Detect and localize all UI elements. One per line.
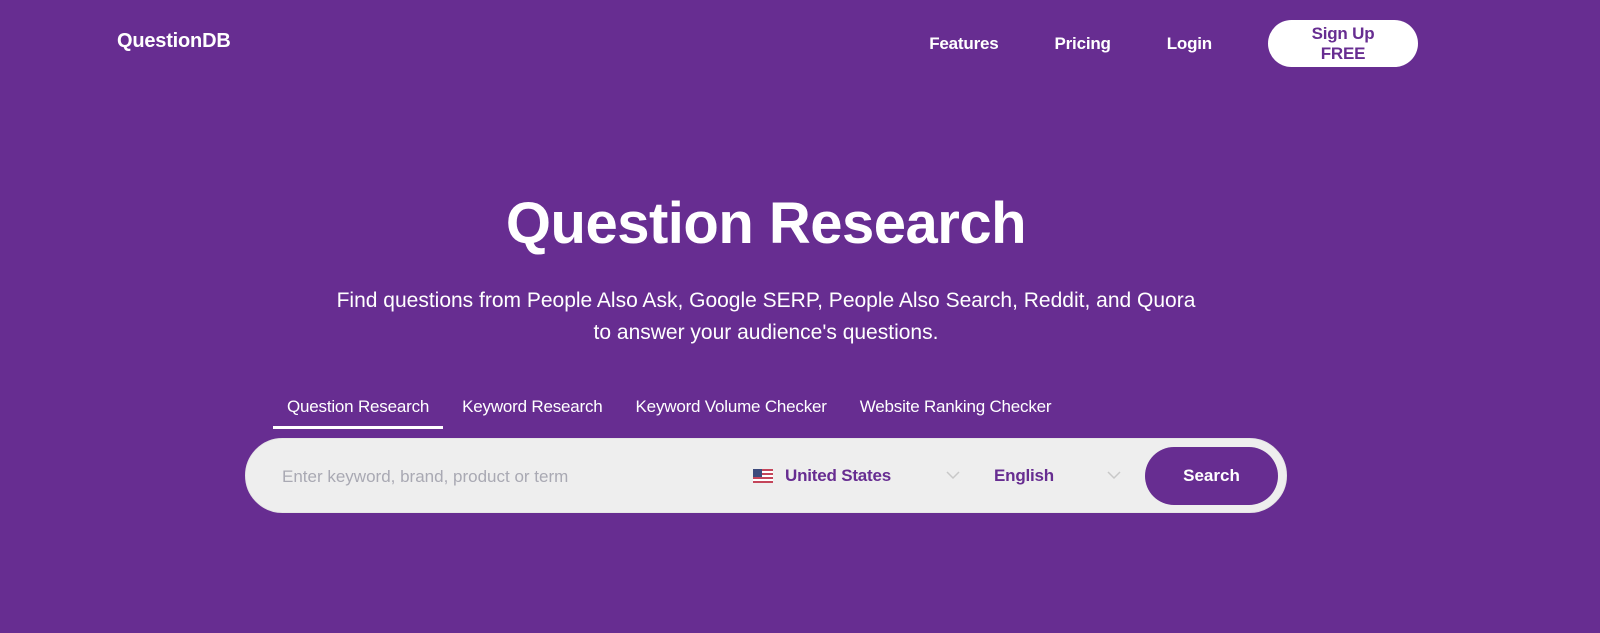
chevron-down-icon <box>946 471 960 480</box>
search-button[interactable]: Search <box>1145 447 1278 505</box>
country-select[interactable]: United States <box>753 457 961 495</box>
nav-link-pricing[interactable]: Pricing <box>1055 34 1111 54</box>
search-bar: United States English Search <box>245 438 1287 513</box>
page: QuestionDB Features Pricing Login Sign U… <box>0 0 1600 633</box>
search-input[interactable] <box>282 459 722 494</box>
hero-subtitle-line-2: to answer your audience's questions. <box>593 321 939 344</box>
top-nav: Features Pricing Login Sign Up FREE <box>929 20 1418 67</box>
tab-question-research[interactable]: Question Research <box>273 393 444 429</box>
tab-website-ranking-checker[interactable]: Website Ranking Checker <box>846 393 1066 429</box>
hero-subtitle-line-1: Find questions from People Also Ask, Goo… <box>336 289 1196 312</box>
tool-tabs: Question Research Keyword Research Keywo… <box>273 393 1070 429</box>
tab-keyword-research[interactable]: Keyword Research <box>448 393 616 429</box>
signup-button[interactable]: Sign Up FREE <box>1268 20 1418 67</box>
country-select-value: United States <box>785 466 892 485</box>
tab-keyword-volume-checker[interactable]: Keyword Volume Checker <box>622 393 841 429</box>
chevron-down-icon <box>1107 471 1121 480</box>
nav-link-features[interactable]: Features <box>929 34 998 54</box>
page-title: Question Research <box>505 191 1027 256</box>
language-select[interactable]: English <box>994 457 1122 495</box>
us-flag-icon <box>753 469 773 483</box>
hero-subtitle: Find questions from People Also Ask, Goo… <box>0 285 1532 349</box>
language-select-value: English <box>994 466 1054 485</box>
logo[interactable]: QuestionDB <box>117 30 231 53</box>
nav-link-login[interactable]: Login <box>1167 34 1212 54</box>
